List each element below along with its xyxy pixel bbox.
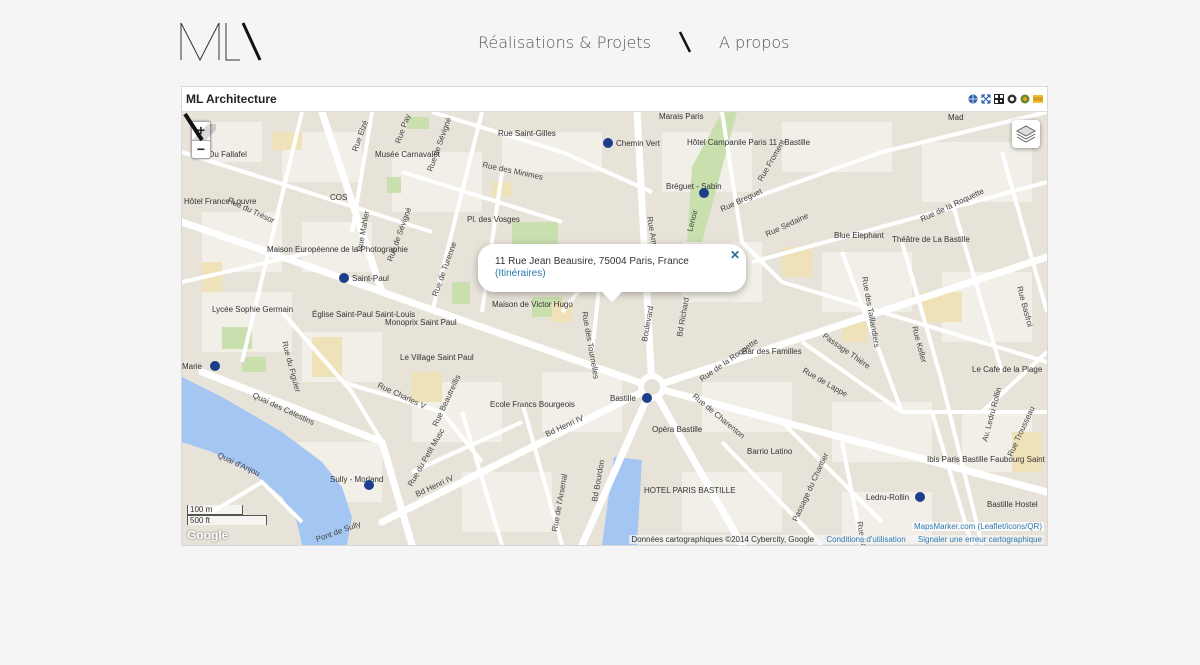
terms-link[interactable]: Conditions d'utilisation <box>826 535 905 544</box>
google-logo: Google <box>187 528 229 542</box>
map-tiles: L'as Du Fallafel Hôtel France Louvre COS… <box>182 112 1047 545</box>
label-ecole: Ecole Francs Bourgeois <box>490 400 575 409</box>
label-theatre: Théâtre de La Bastille <box>892 235 970 244</box>
label-pl-vosges: Pl. des Vosges <box>467 215 520 224</box>
layers-icon <box>1015 125 1037 143</box>
label-sully: Sully - Morland <box>330 475 383 484</box>
map-marker-icon[interactable] <box>182 112 216 142</box>
map-data-credit: Données cartographiques ©2014 Cybercity,… <box>631 535 815 544</box>
report-error-link[interactable]: Signaler une erreur cartographique <box>918 535 1042 544</box>
label-blue-elephant: Blue Elephant <box>834 231 885 240</box>
label-saint-paul: Saint-Paul <box>352 274 389 283</box>
popup-address: 11 Rue Jean Beausire, 75004 Paris, Franc… <box>495 256 689 267</box>
main-nav: Réalisations & Projets A propos <box>478 30 789 54</box>
map-title: ML Architecture <box>186 92 277 106</box>
label-campanile: Hôtel Campanile Paris 11 - Bastille <box>687 138 811 147</box>
fullscreen-icon[interactable] <box>981 94 991 104</box>
label-cafe-plage: Le Cafe de la Plage <box>972 365 1043 374</box>
backslash-separator-icon <box>678 31 692 53</box>
label-opera: Opéra Bastille <box>652 425 703 434</box>
nav-a-propos[interactable]: A propos <box>719 33 789 52</box>
globe-icon[interactable] <box>968 94 978 104</box>
label-cos: COS <box>330 193 347 202</box>
popup-tip <box>600 290 624 302</box>
scale-metric: 100 m <box>187 505 243 515</box>
scale-imperial: 500 ft <box>187 515 267 525</box>
zoom-out-button[interactable]: − <box>192 141 210 159</box>
geo-icon[interactable] <box>1020 94 1030 104</box>
label-victor-hugo: Maison de Victor Hugo <box>492 300 573 309</box>
mapsmarker-attribution[interactable]: MapsMarker.com (Leaflet/icons/QR) <box>911 522 1044 531</box>
map-toolbar <box>968 94 1043 104</box>
map-attribution: Données cartographiques ©2014 Cybercity,… <box>629 535 1044 544</box>
label-rue-saint-gilles: Rue Saint-Gilles <box>498 129 556 138</box>
label-ibis: Ibis Paris Bastille Faubourg Saint Antoi… <box>927 455 1047 464</box>
label-mad: Mad <box>948 113 964 122</box>
wikitude-icon[interactable] <box>1007 94 1017 104</box>
qr-code-icon[interactable] <box>994 94 1004 104</box>
label-hotel-paris-bastille: HOTEL PARIS BASTILLE <box>644 486 736 495</box>
popup-close-icon[interactable]: ✕ <box>730 248 740 262</box>
map-panel-header: ML Architecture <box>182 87 1047 112</box>
scale-bar: 100 m 500 ft <box>187 505 267 525</box>
nav-realisations[interactable]: Réalisations & Projets <box>478 33 651 52</box>
label-breguet: Bréguet - Sabin <box>666 182 722 191</box>
label-chemin-vert: Chemin Vert <box>616 139 661 148</box>
label-bastille: Bastille <box>610 394 636 403</box>
layers-toggle-icon[interactable] <box>1033 94 1043 104</box>
label-lycee: Lycée Sophie Germain <box>212 305 293 314</box>
label-barrio: Barrio Latino <box>747 447 793 456</box>
directions-link[interactable]: (Itinéraires) <box>495 268 546 279</box>
label-village: Le Village Saint Paul <box>400 353 474 362</box>
ml-logo[interactable] <box>180 20 264 62</box>
label-marie: Marie <box>182 362 203 371</box>
label-ledru-rollin: Ledru-Rollin <box>866 493 909 502</box>
label-monoprix: Monoprix Saint Paul <box>385 318 457 327</box>
map-canvas[interactable]: L'as Du Fallafel Hôtel France Louvre COS… <box>182 112 1047 545</box>
marker-popup: 11 Rue Jean Beausire, 75004 Paris, Franc… <box>478 244 746 302</box>
map-panel: ML Architecture L'as Du Fallafel Hôtel F… <box>181 86 1048 546</box>
label-marais: Marais Paris <box>659 112 703 121</box>
label-bastille-hostel: Bastille Hostel <box>987 500 1038 509</box>
layers-button[interactable] <box>1012 120 1040 148</box>
